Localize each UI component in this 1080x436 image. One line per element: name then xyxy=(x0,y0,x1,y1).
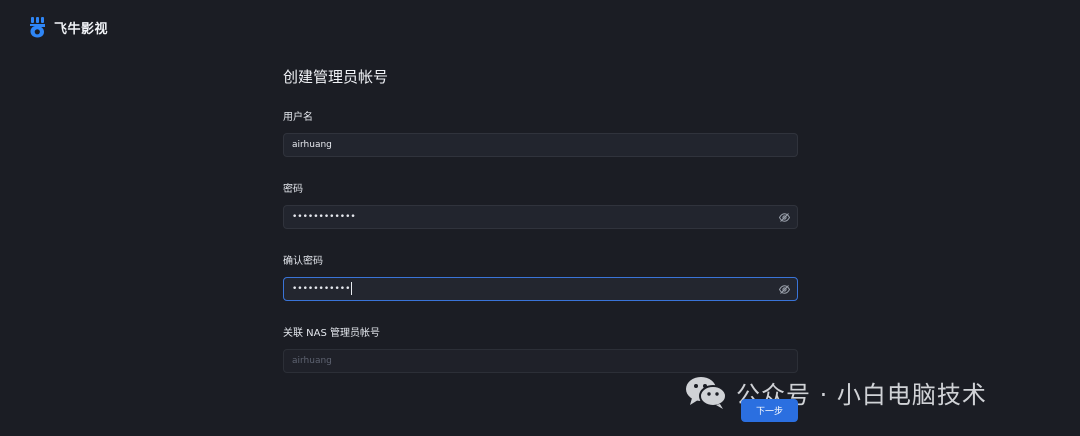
password-input-wrap: •••••••••••• xyxy=(283,205,798,229)
fnos-logo-icon xyxy=(30,17,45,38)
text-caret xyxy=(351,282,353,295)
eye-off-icon xyxy=(778,284,790,294)
confirm-password-input[interactable]: ••••••••••• xyxy=(284,278,773,300)
confirm-password-visibility-toggle[interactable] xyxy=(773,278,795,300)
watermark: 公众号 · 小白电脑技术 xyxy=(684,372,987,412)
password-field: 密码 •••••••••••• xyxy=(283,183,798,229)
brand-name: 飞牛影视 xyxy=(54,21,109,37)
nas-admin-label: 关联 NAS 管理员帐号 xyxy=(283,328,381,339)
username-label: 用户名 xyxy=(283,112,313,123)
confirm-password-value: ••••••••••• xyxy=(292,284,351,294)
eye-off-icon xyxy=(778,212,790,222)
nas-admin-field: 关联 NAS 管理员帐号 airhuang xyxy=(283,327,798,373)
username-field: 用户名 xyxy=(283,111,798,157)
password-visibility-toggle[interactable] xyxy=(773,206,795,228)
setup-page: 飞牛影视 创建管理员帐号 用户名 密码 •••••••••••• xyxy=(0,0,1080,436)
create-admin-form: 创建管理员帐号 用户名 密码 •••••••••••• xyxy=(283,66,798,373)
confirm-password-label: 确认密码 xyxy=(283,256,323,267)
confirm-password-field: 确认密码 ••••••••••• xyxy=(283,255,798,301)
password-input[interactable]: •••••••••••• xyxy=(284,206,773,228)
confirm-password-input-wrap: ••••••••••• xyxy=(283,277,798,301)
next-button[interactable]: 下一步 xyxy=(741,399,798,422)
nas-admin-input-wrap: airhuang xyxy=(283,349,798,373)
brand: 飞牛影视 xyxy=(28,14,108,40)
username-input-wrap xyxy=(283,133,798,157)
nas-admin-input[interactable]: airhuang xyxy=(284,350,797,372)
username-input[interactable] xyxy=(284,134,797,156)
form-title: 创建管理员帐号 xyxy=(283,68,389,86)
password-label: 密码 xyxy=(283,184,303,195)
wechat-icon xyxy=(686,377,727,409)
